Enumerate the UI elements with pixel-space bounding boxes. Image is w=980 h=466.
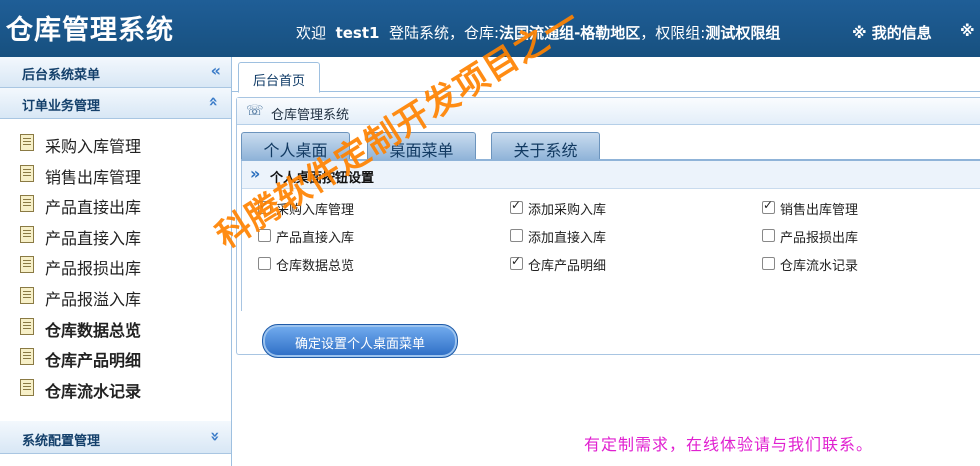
perm-prefix: ，权限组:: [640, 24, 706, 42]
confirm-button-label: 确定设置个人桌面菜单: [294, 337, 425, 352]
tab-about-system[interactable]: 关于系统: [491, 132, 600, 160]
panel-title: 仓库管理系统: [271, 108, 350, 123]
document-icon: [20, 287, 34, 304]
sidebar-title: 后台系统菜单: [22, 68, 101, 83]
checkbox-label: 仓库数据总览: [276, 259, 355, 274]
sidebar-header-backend: 后台系统菜单 «: [0, 57, 231, 88]
sidebar-item[interactable]: 仓库数据总览: [0, 312, 231, 342]
double-chevron-right-icon: »: [250, 164, 261, 183]
checkbox-label: 产品直接入库: [276, 231, 355, 246]
document-icon: [20, 195, 34, 213]
settings-section: » 个人桌面按钮设置 采购入库管理添加采购入库销售出库管理产品直接入库添加直接入…: [241, 161, 980, 311]
sidebar-item-label: 产品直接出库: [45, 198, 142, 218]
welcome-prefix: 欢迎: [296, 24, 327, 42]
panel-title-bar: ☏ 仓库管理系统: [237, 98, 980, 125]
sidebar-item[interactable]: 仓库产品明细: [0, 342, 231, 372]
promo-text: 有定制需求，在线体验请与我们联系。: [584, 435, 874, 454]
tab-home-label: 后台首页: [252, 74, 305, 89]
sidebar-item-label: 产品报溢入库: [45, 290, 142, 309]
checkbox-checked[interactable]: [762, 198, 775, 214]
sidebar-item-label: 销售出库管理: [45, 167, 142, 187]
sidebar-item-label: 产品报损出库: [45, 259, 142, 279]
sidebar-item-label: 仓库产品明细: [45, 351, 142, 371]
document-icon: [20, 317, 34, 335]
checkbox-unchecked[interactable]: [762, 257, 775, 270]
sidebar-group-label: 系统配置管理: [22, 434, 101, 449]
confirm-settings-button[interactable]: 确定设置个人桌面菜单: [262, 324, 458, 358]
sidebar-item[interactable]: 采购入库管理: [0, 128, 231, 158]
document-icon: [20, 225, 34, 243]
subtab-label: 关于系统: [513, 141, 578, 160]
sidebar: 后台系统菜单 « 订单业务管理 « 采购入库管理 销售出库管理 产品直接出库 产品直接…: [0, 57, 232, 466]
sidebar-item[interactable]: 产品报溢入库: [0, 281, 231, 311]
document-icon: [20, 378, 34, 396]
sidebar-item[interactable]: 仓库流水记录: [0, 373, 231, 403]
double-chevron-left-icon[interactable]: «: [211, 61, 221, 80]
checkbox-label: 添加采购入库: [528, 203, 607, 218]
document-icon: [20, 256, 34, 274]
sidebar-group-label: 订单业务管理: [22, 99, 101, 114]
perm-group: 测试权限组: [705, 24, 781, 42]
sidebar-item[interactable]: 产品直接入库: [0, 220, 231, 250]
checkbox-checked[interactable]: [510, 254, 523, 270]
checkbox-unchecked[interactable]: [258, 257, 271, 270]
tab-home[interactable]: 后台首页: [238, 62, 320, 93]
sidebar-item-label: 仓库流水记录: [45, 381, 142, 401]
checkbox-checked[interactable]: [510, 198, 523, 214]
document-icon: [20, 164, 34, 182]
app-title: 仓库管理系统: [6, 15, 174, 46]
checkbox-label: 仓库产品明细: [528, 259, 607, 274]
main-content: 后台首页 ☏ 仓库管理系统 个人桌面 桌面菜单 关于系统 » 个人桌面按钮设置 …: [232, 57, 980, 466]
document-icon: [20, 348, 34, 366]
username: test1: [335, 24, 380, 42]
sidebar-item-label: 仓库数据总览: [45, 320, 142, 340]
checkbox-label: 添加直接入库: [528, 231, 607, 246]
sidebar-item[interactable]: 产品报损出库: [0, 250, 231, 280]
checkbox-label: 销售出库管理: [780, 203, 859, 218]
checkbox-label: 仓库流水记录: [780, 259, 859, 274]
sidebar-group-orders[interactable]: 订单业务管理 «: [0, 88, 231, 119]
sidebar-item[interactable]: 销售出库管理: [0, 159, 231, 189]
sidebar-item-label: 采购入库管理: [45, 137, 142, 156]
my-info-link[interactable]: ※ 我的信息: [852, 22, 932, 43]
checkbox-unchecked[interactable]: [510, 229, 523, 242]
tab-bar: 后台首页: [232, 57, 980, 93]
checkbox-label: 产品报损出库: [780, 231, 859, 246]
header-extra-link[interactable]: ※: [960, 22, 975, 40]
sidebar-group-config[interactable]: 系统配置管理 «: [0, 421, 231, 454]
document-icon: [20, 134, 34, 151]
double-chevron-up-icon[interactable]: «: [204, 96, 223, 106]
checkbox-unchecked[interactable]: [762, 229, 775, 242]
sidebar-item-label: 产品直接入库: [45, 228, 142, 248]
sidebar-item[interactable]: 产品直接出库: [0, 189, 231, 219]
double-chevron-down-icon[interactable]: «: [204, 431, 223, 441]
login-text: 登陆系统，仓库:: [389, 24, 500, 42]
phone-icon: ☏: [246, 103, 264, 119]
